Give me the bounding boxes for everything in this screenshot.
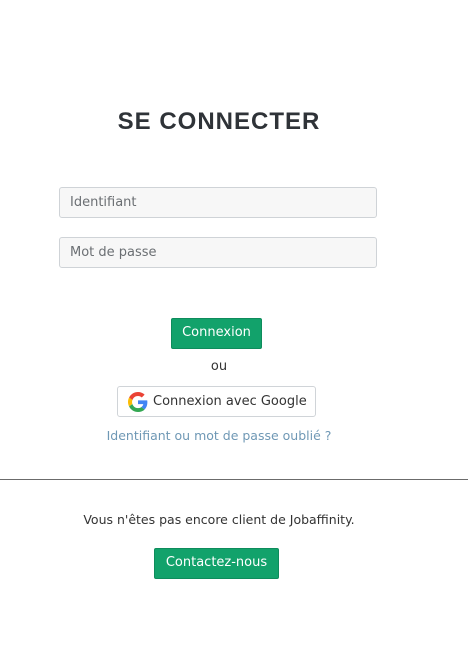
contact-us-button[interactable]: Contactez-nous: [154, 548, 279, 579]
not-client-message: Vous n'êtes pas encore client de Jobaffi…: [83, 512, 355, 527]
google-login-label: Connexion avec Google: [153, 394, 307, 409]
section-divider: [0, 479, 468, 480]
username-field[interactable]: [59, 187, 377, 218]
google-login-button[interactable]: Connexion avec Google: [117, 386, 316, 417]
page-title: SE CONNECTER: [117, 108, 321, 135]
google-icon: [128, 391, 148, 412]
password-field[interactable]: [59, 237, 377, 268]
forgot-credentials-link[interactable]: Identifiant ou mot de passe oublié ?: [0, 428, 438, 443]
login-button[interactable]: Connexion: [171, 318, 262, 349]
or-separator: ou: [210, 359, 228, 374]
